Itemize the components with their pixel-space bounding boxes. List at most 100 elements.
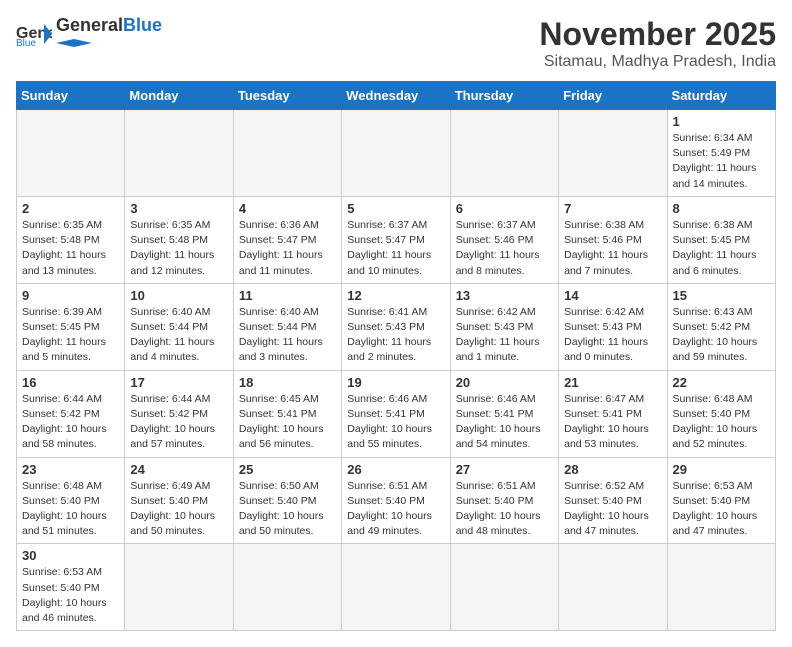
day-info: Sunrise: 6:34 AMSunset: 5:49 PMDaylight:… xyxy=(673,131,770,192)
table-row: 29Sunrise: 6:53 AMSunset: 5:40 PMDayligh… xyxy=(667,457,775,544)
header-sunday: Sunday xyxy=(17,82,125,110)
day-info: Sunrise: 6:46 AMSunset: 5:41 PMDaylight:… xyxy=(347,392,444,453)
calendar-row: 30Sunrise: 6:53 AMSunset: 5:40 PMDayligh… xyxy=(17,544,776,631)
day-number: 2 xyxy=(22,201,119,216)
table-row: 7Sunrise: 6:38 AMSunset: 5:46 PMDaylight… xyxy=(559,196,667,283)
day-info: Sunrise: 6:48 AMSunset: 5:40 PMDaylight:… xyxy=(673,392,770,453)
table-row xyxy=(233,544,341,631)
day-number: 4 xyxy=(239,201,336,216)
day-info: Sunrise: 6:44 AMSunset: 5:42 PMDaylight:… xyxy=(22,392,119,453)
table-row: 10 Sunrise: 6:40 AMSunset: 5:44 PMDayligh… xyxy=(125,283,233,370)
day-info: Sunrise: 6:47 AMSunset: 5:41 PMDaylight:… xyxy=(564,392,661,453)
calendar-row: 2 Sunrise: 6:35 AMSunset: 5:48 PMDaylight… xyxy=(17,196,776,283)
table-row: 12Sunrise: 6:41 AMSunset: 5:43 PMDayligh… xyxy=(342,283,450,370)
day-info: Sunrise: 6:44 AMSunset: 5:42 PMDaylight:… xyxy=(130,392,227,453)
day-info: Sunrise: 6:40 AMSunset: 5:44 PMDaylight:… xyxy=(130,305,227,366)
table-row xyxy=(559,544,667,631)
table-row: 28 Sunrise: 6:52 AMSunset: 5:40 PMDayligh… xyxy=(559,457,667,544)
header-friday: Friday xyxy=(559,82,667,110)
day-info: Sunrise: 6:41 AMSunset: 5:43 PMDaylight:… xyxy=(347,305,444,366)
table-row: 17Sunrise: 6:44 AMSunset: 5:42 PMDayligh… xyxy=(125,370,233,457)
day-number: 24 xyxy=(130,462,227,477)
table-row: 5Sunrise: 6:37 AMSunset: 5:47 PMDaylight… xyxy=(342,196,450,283)
table-row: 3 Sunrise: 6:35 AMSunset: 5:48 PMDaylight… xyxy=(125,196,233,283)
day-number: 20 xyxy=(456,375,553,390)
table-row: 30Sunrise: 6:53 AMSunset: 5:40 PMDayligh… xyxy=(17,544,125,631)
table-row: 6 Sunrise: 6:37 AMSunset: 5:46 PMDaylight… xyxy=(450,196,558,283)
table-row: 18 Sunrise: 6:45 AMSunset: 5:41 PMDayligh… xyxy=(233,370,341,457)
header-tuesday: Tuesday xyxy=(233,82,341,110)
day-info: Sunrise: 6:40 AMSunset: 5:44 PMDaylight:… xyxy=(239,305,336,366)
calendar-row: 9 Sunrise: 6:39 AMSunset: 5:45 PMDaylight… xyxy=(17,283,776,370)
table-row xyxy=(125,110,233,197)
day-number: 11 xyxy=(239,288,336,303)
day-number: 6 xyxy=(456,201,553,216)
day-info: Sunrise: 6:45 AMSunset: 5:41 PMDaylight:… xyxy=(239,392,336,453)
day-info: Sunrise: 6:36 AMSunset: 5:47 PMDaylight:… xyxy=(239,218,336,279)
day-info: Sunrise: 6:52 AMSunset: 5:40 PMDaylight:… xyxy=(564,479,661,540)
calendar-row: 16 Sunrise: 6:44 AMSunset: 5:42 PMDayligh… xyxy=(17,370,776,457)
day-number: 3 xyxy=(130,201,227,216)
day-info: Sunrise: 6:39 AMSunset: 5:45 PMDaylight:… xyxy=(22,305,119,366)
day-number: 22 xyxy=(673,375,770,390)
logo: General Blue GeneralBlue xyxy=(16,16,162,52)
day-info: Sunrise: 6:42 AMSunset: 5:43 PMDaylight:… xyxy=(456,305,553,366)
header-thursday: Thursday xyxy=(450,82,558,110)
day-number: 9 xyxy=(22,288,119,303)
table-row xyxy=(125,544,233,631)
day-info: Sunrise: 6:46 AMSunset: 5:41 PMDaylight:… xyxy=(456,392,553,453)
table-row: 27 Sunrise: 6:51 AMSunset: 5:40 PMDayligh… xyxy=(450,457,558,544)
day-number: 5 xyxy=(347,201,444,216)
table-row xyxy=(450,544,558,631)
table-row xyxy=(667,544,775,631)
table-row xyxy=(17,110,125,197)
month-year-title: November 2025 xyxy=(539,16,776,53)
day-info: Sunrise: 6:43 AMSunset: 5:42 PMDaylight:… xyxy=(673,305,770,366)
day-info: Sunrise: 6:35 AMSunset: 5:48 PMDaylight:… xyxy=(130,218,227,279)
day-number: 16 xyxy=(22,375,119,390)
day-number: 23 xyxy=(22,462,119,477)
calendar-row: 23 Sunrise: 6:48 AMSunset: 5:40 PMDayligh… xyxy=(17,457,776,544)
day-number: 18 xyxy=(239,375,336,390)
logo-blue: Blue xyxy=(123,15,162,35)
weekday-header-row: Sunday Monday Tuesday Wednesday Thursday… xyxy=(17,82,776,110)
day-number: 15 xyxy=(673,288,770,303)
day-number: 21 xyxy=(564,375,661,390)
day-number: 13 xyxy=(456,288,553,303)
svg-text:Blue: Blue xyxy=(16,38,36,48)
day-number: 10 xyxy=(130,288,227,303)
day-info: Sunrise: 6:51 AMSunset: 5:40 PMDaylight:… xyxy=(347,479,444,540)
table-row: 1Sunrise: 6:34 AMSunset: 5:49 PMDaylight… xyxy=(667,110,775,197)
title-block: November 2025 Sitamau, Madhya Pradesh, I… xyxy=(539,16,776,71)
table-row xyxy=(342,110,450,197)
day-info: Sunrise: 6:50 AMSunset: 5:40 PMDaylight:… xyxy=(239,479,336,540)
table-row: 15 Sunrise: 6:43 AMSunset: 5:42 PMDayligh… xyxy=(667,283,775,370)
day-info: Sunrise: 6:35 AMSunset: 5:48 PMDaylight:… xyxy=(22,218,119,279)
table-row xyxy=(233,110,341,197)
day-info: Sunrise: 6:48 AMSunset: 5:40 PMDaylight:… xyxy=(22,479,119,540)
day-info: Sunrise: 6:37 AMSunset: 5:46 PMDaylight:… xyxy=(456,218,553,279)
table-row xyxy=(342,544,450,631)
day-info: Sunrise: 6:49 AMSunset: 5:40 PMDaylight:… xyxy=(130,479,227,540)
day-number: 28 xyxy=(564,462,661,477)
table-row: 16 Sunrise: 6:44 AMSunset: 5:42 PMDayligh… xyxy=(17,370,125,457)
header-wednesday: Wednesday xyxy=(342,82,450,110)
day-number: 29 xyxy=(673,462,770,477)
logo-general: General xyxy=(56,15,123,35)
calendar-table: Sunday Monday Tuesday Wednesday Thursday… xyxy=(16,81,776,631)
day-number: 27 xyxy=(456,462,553,477)
calendar-row: 1Sunrise: 6:34 AMSunset: 5:49 PMDaylight… xyxy=(17,110,776,197)
table-row: 25Sunrise: 6:50 AMSunset: 5:40 PMDayligh… xyxy=(233,457,341,544)
day-number: 14 xyxy=(564,288,661,303)
day-info: Sunrise: 6:51 AMSunset: 5:40 PMDaylight:… xyxy=(456,479,553,540)
table-row xyxy=(450,110,558,197)
table-row: 22 Sunrise: 6:48 AMSunset: 5:40 PMDayligh… xyxy=(667,370,775,457)
table-row: 14Sunrise: 6:42 AMSunset: 5:43 PMDayligh… xyxy=(559,283,667,370)
day-number: 19 xyxy=(347,375,444,390)
day-number: 7 xyxy=(564,201,661,216)
table-row: 2 Sunrise: 6:35 AMSunset: 5:48 PMDaylight… xyxy=(17,196,125,283)
table-row: 23 Sunrise: 6:48 AMSunset: 5:40 PMDayligh… xyxy=(17,457,125,544)
table-row: 21 Sunrise: 6:47 AMSunset: 5:41 PMDayligh… xyxy=(559,370,667,457)
day-number: 26 xyxy=(347,462,444,477)
location-subtitle: Sitamau, Madhya Pradesh, India xyxy=(539,53,776,71)
